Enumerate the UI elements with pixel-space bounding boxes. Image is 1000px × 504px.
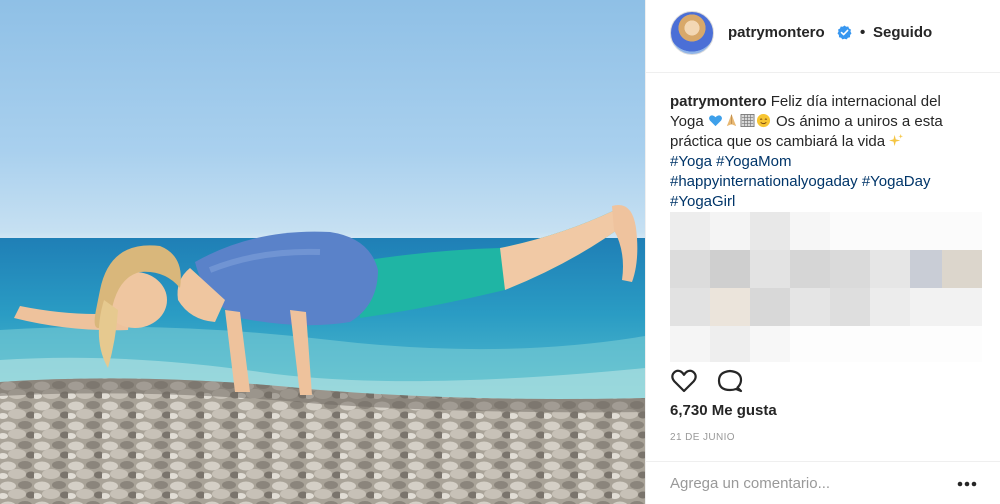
post-caption: patrymontero Feliz día internacional del …: [670, 92, 982, 212]
post-header: patrymontero • Seguido: [646, 0, 1000, 73]
more-options-icon[interactable]: [957, 481, 977, 487]
post-details-panel: patrymontero • Seguido patrymontero Feliz…: [645, 0, 1000, 504]
follow-status-button[interactable]: Seguido: [873, 24, 932, 41]
caption-text-3: práctica que os cambiará la vida: [670, 133, 886, 150]
blue-heart-icon: [708, 115, 722, 127]
comment-icon[interactable]: [716, 368, 744, 394]
caption-username-link[interactable]: patrymontero: [670, 93, 767, 110]
yoga-beach-photo: [0, 204, 645, 504]
comment-bar: [646, 461, 1000, 504]
avatar[interactable]: [670, 11, 714, 55]
hashtags-line-2[interactable]: #happyinternationalyogaday #YogaDay: [670, 172, 982, 192]
heart-icon[interactable]: [670, 368, 698, 394]
caption-line-2: Yoga Os ánimo a uniros a esta: [670, 112, 982, 132]
abacus-icon: [740, 114, 755, 127]
post-date[interactable]: 21 DE JUNIO: [670, 432, 735, 443]
username-link[interactable]: patrymontero: [728, 24, 825, 41]
caption-line-3: práctica que os cambiará la vida: [670, 132, 982, 152]
caption-text-2a: Yoga: [670, 113, 704, 130]
post-photo[interactable]: [0, 0, 645, 504]
likes-count[interactable]: 6,730 Me gusta: [670, 402, 777, 419]
separator-dot: •: [860, 24, 866, 41]
praying-hands-icon: [726, 113, 737, 127]
comment-input[interactable]: [670, 472, 930, 494]
caption-line-1: patrymontero Feliz día internacional del: [670, 92, 982, 112]
smiling-face-icon: [756, 113, 770, 128]
hashtags-line-1[interactable]: #Yoga #YogaMom: [670, 152, 982, 172]
post-actions: [670, 368, 982, 396]
obscured-comments: [670, 212, 982, 362]
sparkles-icon: [889, 133, 904, 147]
caption-text-2b: Os ánimo a uniros a esta: [776, 113, 943, 130]
caption-text-1: Feliz día internacional del: [770, 93, 941, 110]
hashtags-line-3[interactable]: #YogaGirl: [670, 192, 982, 212]
verified-badge-icon: [837, 25, 852, 40]
